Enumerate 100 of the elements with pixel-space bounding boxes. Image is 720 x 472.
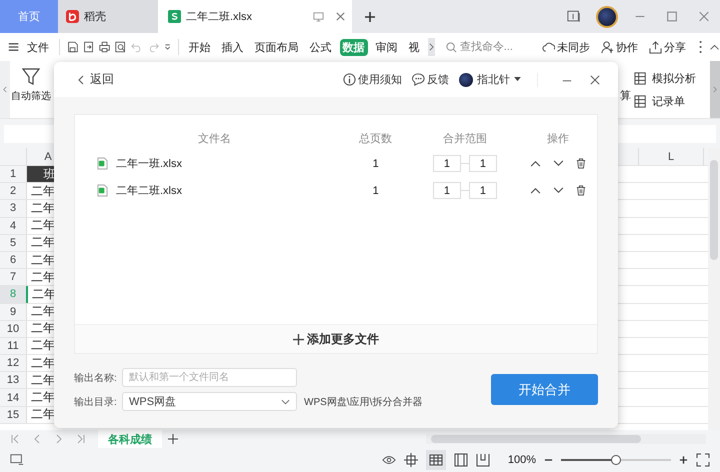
row-number[interactable]: 13	[0, 372, 26, 388]
command-search-field[interactable]: 查找命令...	[446, 41, 532, 53]
output-name-field[interactable]: 默认和第一个文件同名	[122, 368, 297, 387]
row-number[interactable]: 12	[0, 355, 26, 372]
row-number[interactable]: 1	[0, 166, 26, 182]
row-number[interactable]: 2	[0, 183, 26, 200]
column-header: 操作	[546, 132, 570, 146]
print-icon[interactable]	[99, 40, 110, 54]
move-up-icon[interactable]	[530, 187, 541, 194]
close-icon[interactable]	[590, 74, 600, 84]
spreadsheet-icon	[168, 10, 181, 23]
page-count: 1	[372, 158, 380, 170]
ribbon-button[interactable]: 记录单	[634, 94, 710, 108]
range-start-field[interactable]: 1	[432, 182, 461, 199]
toolbar-action[interactable]: 分享	[648, 40, 686, 54]
save-icon[interactable]	[66, 40, 78, 54]
info-icon	[343, 73, 356, 86]
chevron-left-icon	[78, 74, 84, 84]
chevron-down-icon	[281, 398, 290, 404]
export-icon[interactable]	[83, 40, 94, 54]
help-link[interactable]: 使用须知	[343, 72, 402, 87]
ribbon-tab[interactable]: 页面布局	[252, 38, 302, 56]
row-number[interactable]: 4	[0, 218, 26, 234]
add-files-button[interactable]: 添加更多文件	[75, 324, 597, 353]
column-header: 文件名	[196, 132, 232, 146]
row-number[interactable]: 10	[0, 320, 26, 337]
search-icon	[446, 42, 457, 52]
toolbar-action[interactable]: 未同步	[542, 40, 590, 54]
cloud-icon	[542, 40, 555, 54]
column-header[interactable]: L	[638, 148, 704, 165]
docer-logo-icon	[66, 10, 79, 23]
auto-filter-button[interactable]: 自动筛选	[11, 61, 51, 118]
file-name: 二年二班.xlsx	[116, 184, 182, 198]
output-path: WPS网盘\应用\拆分合并器	[304, 396, 422, 408]
ribbon-tab[interactable]: 审阅	[372, 38, 401, 56]
normal-view-icon[interactable]	[426, 450, 446, 470]
row-number[interactable]: 3	[0, 200, 26, 217]
range-end-field[interactable]: 1	[468, 182, 497, 199]
window-count-icon[interactable]	[567, 10, 581, 23]
row-number[interactable]: 7	[0, 269, 26, 286]
monitor-icon[interactable]	[313, 11, 324, 22]
move-down-icon[interactable]	[552, 160, 564, 167]
crosshair-icon[interactable]	[404, 453, 418, 467]
ribbon-tab[interactable]: 公式	[306, 38, 335, 56]
row-number[interactable]: 5	[0, 234, 26, 251]
avatar-icon[interactable]	[596, 6, 618, 28]
delete-icon[interactable]	[576, 158, 586, 169]
macro-icon[interactable]	[10, 453, 24, 467]
spreadsheet-file-icon	[97, 184, 108, 197]
caret-icon	[514, 77, 521, 82]
plus-icon	[293, 334, 304, 344]
print-preview-icon[interactable]	[115, 40, 126, 54]
file-menu[interactable]: 文件	[24, 38, 52, 56]
funnel-icon	[21, 67, 41, 87]
zoom-slider[interactable]	[561, 455, 671, 465]
vertical-scrollbar[interactable]	[708, 148, 720, 430]
column-header: 合并范围	[442, 132, 488, 146]
close-icon[interactable]	[335, 11, 346, 22]
row-number[interactable]: 9	[0, 304, 26, 320]
range-end-field[interactable]: 1	[468, 155, 497, 172]
move-up-icon[interactable]	[530, 160, 541, 167]
ribbon-label: 算	[620, 89, 631, 103]
move-down-icon[interactable]	[552, 187, 564, 194]
zoom-slider-thumb[interactable]	[611, 455, 621, 465]
delete-icon[interactable]	[576, 185, 586, 196]
horizontal-scrollbar[interactable]	[426, 434, 706, 444]
document-tab[interactable]: 二年二班.xlsx	[158, 0, 352, 33]
more-icon[interactable]	[696, 40, 704, 54]
row-number[interactable]: 11	[0, 338, 26, 354]
toolbar-action[interactable]: 协作	[600, 40, 638, 54]
row-number[interactable]: 14	[0, 389, 26, 406]
document-tab[interactable]: 稻壳	[58, 0, 158, 33]
file-name: 二年一班.xlsx	[116, 157, 182, 171]
output-folder-dropdown[interactable]: WPS网盘	[122, 392, 297, 411]
start-merge-button[interactable]: 开始合并	[491, 374, 598, 405]
page-view-icon[interactable]	[454, 453, 468, 467]
spreadsheet-file-icon	[97, 157, 108, 170]
ribbon-tab[interactable]: 开始	[186, 38, 214, 56]
row-number[interactable]: 15	[0, 406, 26, 423]
fullscreen-icon[interactable]	[696, 453, 710, 467]
ribbon-button[interactable]: 模拟分析	[634, 70, 710, 86]
maximize-icon[interactable]	[665, 10, 679, 23]
zoom-level[interactable]: 100%	[508, 454, 536, 466]
column-header: 总页数	[358, 132, 393, 146]
chevron-left-icon	[3, 86, 7, 93]
chevron-right-icon	[713, 86, 717, 93]
eye-icon[interactable]	[382, 453, 396, 467]
ribbon-tab[interactable]: 视	[406, 38, 423, 56]
range-start-field[interactable]: 1	[432, 155, 461, 172]
row-number[interactable]: 6	[0, 252, 26, 268]
user-menu[interactable]: 指北针	[459, 72, 521, 87]
user-add-icon	[600, 40, 614, 54]
back-link[interactable]: 返回	[78, 71, 114, 88]
more-tabs-button[interactable]	[428, 38, 435, 56]
page-break-view-icon[interactable]	[476, 453, 490, 467]
new-tab-icon[interactable]	[364, 10, 376, 22]
ribbon-tab[interactable]: 插入	[218, 38, 247, 56]
add-sheet-icon[interactable]	[168, 434, 178, 444]
feedback-link[interactable]: 反馈	[412, 72, 449, 87]
field-label: 输出目录:	[74, 396, 118, 408]
